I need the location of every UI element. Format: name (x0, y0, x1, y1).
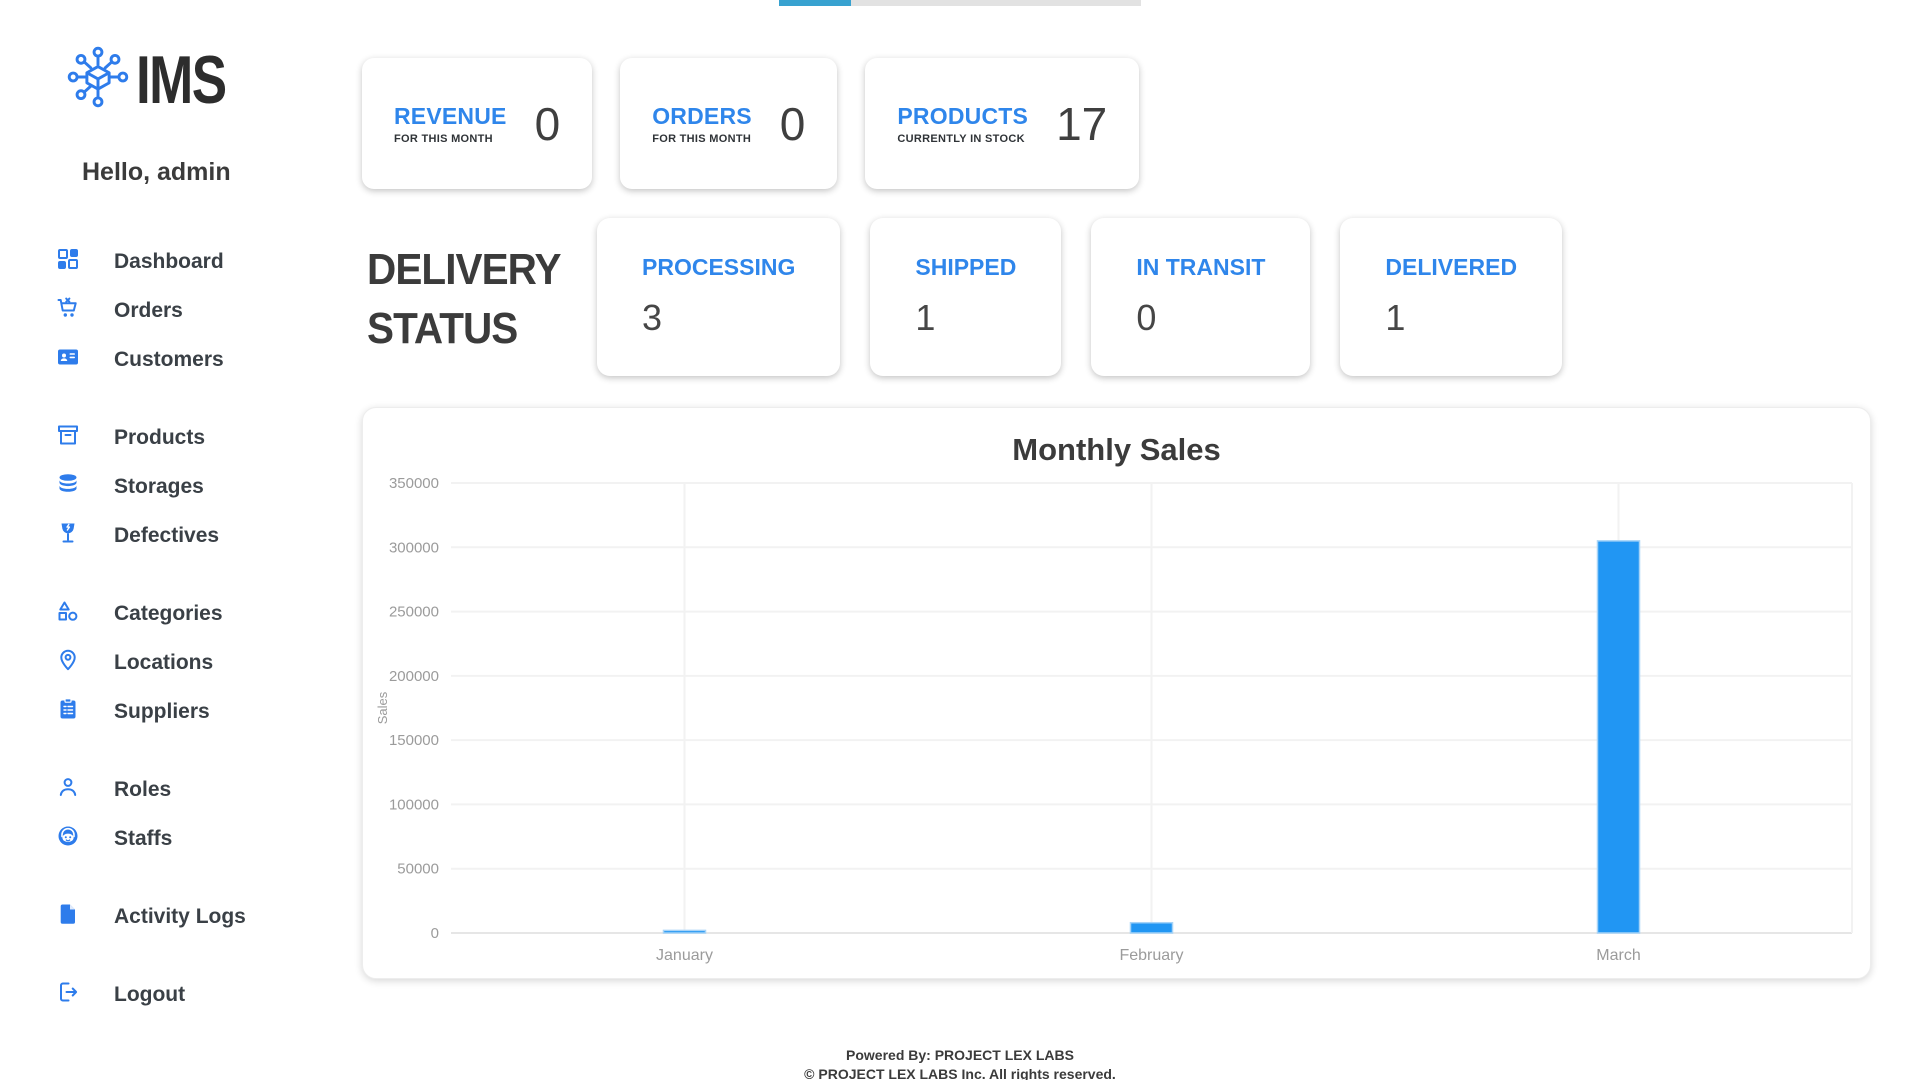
dashboard-icon (56, 247, 80, 276)
y-axis-tick: 200000 (389, 668, 439, 685)
broken-glass-icon (56, 521, 80, 550)
revenue-card-value: 0 (534, 97, 561, 150)
y-axis-tick: 350000 (389, 475, 439, 492)
revenue-card: REVENUE FOR THIS MONTH 0 (362, 58, 593, 189)
sidebar-item-label: Roles (114, 777, 172, 801)
orders-card-title: ORDERS (652, 102, 752, 129)
sidebar-item-dashboard[interactable]: Dashboard (0, 237, 322, 286)
sidebar-item-suppliers[interactable]: Suppliers (0, 687, 322, 736)
sidebar-item-products[interactable]: Products (0, 413, 322, 462)
sidebar-item-label: Customers (114, 347, 224, 371)
delivery-heading-line1: DELIVERY (367, 245, 562, 294)
processing-card-title: PROCESSING (642, 254, 796, 280)
footer-powered-by: Powered By: PROJECT LEX LABS (846, 1047, 1074, 1063)
sidebar-item-logout[interactable]: Logout (0, 970, 322, 1019)
orders-card-value: 0 (779, 97, 806, 150)
y-axis-tick: 300000 (389, 539, 439, 556)
database-icon (56, 472, 80, 501)
sidebar-item-label: Products (114, 425, 206, 449)
app-title: IMS (136, 41, 227, 118)
horizontal-scrollbar[interactable] (779, 0, 1141, 6)
in-transit-card-title: IN TRANSIT (1136, 254, 1266, 280)
products-card-value: 17 (1056, 97, 1108, 150)
ims-cube-logo-icon (64, 40, 132, 119)
sidebar-item-label: Suppliers (114, 699, 210, 723)
monthly-sales-chart[interactable]: 0 50000 100000 150000 200000 250000 300000 3500… (363, 461, 1872, 973)
y-axis-tick: 0 (431, 925, 439, 942)
sidebar-item-orders[interactable]: Orders (0, 286, 322, 335)
in-transit-card: IN TRANSIT 0 (1091, 218, 1311, 376)
delivery-heading-line2: STATUS (367, 304, 518, 354)
delivered-card-value: 1 (1385, 297, 1406, 338)
sidebar-item-label: Staffs (114, 826, 173, 850)
sidebar-nav: Dashboard Orders Customers Products Stor… (0, 237, 322, 1019)
sidebar-item-label: Dashboard (114, 249, 224, 273)
chart-bar-february[interactable] (1129, 921, 1174, 934)
y-axis-tick: 250000 (389, 604, 439, 621)
box-icon (56, 423, 80, 452)
revenue-card-title: REVENUE (394, 102, 507, 129)
products-card: PRODUCTS CURRENTLY IN STOCK 17 (865, 58, 1140, 189)
orders-card: ORDERS FOR THIS MONTH 0 (620, 58, 838, 189)
sidebar-item-storages[interactable]: Storages (0, 462, 322, 511)
orders-card-subtitle: FOR THIS MONTH (652, 132, 752, 145)
sidebar-item-label: Categories (114, 601, 223, 625)
greeting-text: Hello, admin (82, 158, 231, 186)
delivered-card: DELIVERED 1 (1340, 218, 1563, 376)
page-footer: Powered By: PROJECT LEX LABS © PROJECT L… (0, 1046, 1920, 1080)
sidebar-item-label: Locations (114, 650, 214, 674)
delivery-status-heading: DELIVERY STATUS (367, 240, 562, 376)
delivered-card-title: DELIVERED (1385, 254, 1518, 280)
id-card-icon (56, 345, 80, 374)
sidebar-item-roles[interactable]: Roles (0, 765, 322, 814)
person-icon (56, 775, 80, 804)
sidebar-item-staffs[interactable]: Staffs (0, 814, 322, 863)
footer-copyright: © PROJECT LEX LABS Inc. All rights reser… (804, 1065, 1116, 1080)
sidebar-item-locations[interactable]: Locations (0, 638, 322, 687)
cart-icon (56, 296, 80, 325)
chart-bar-january[interactable] (662, 929, 707, 934)
sidebar-item-label: Orders (114, 298, 183, 322)
y-axis-title: Sales (375, 691, 390, 724)
processing-card-value: 3 (642, 297, 663, 338)
sidebar: IMS Hello, admin Dashboard Orders Custom… (0, 0, 322, 1080)
in-transit-card-value: 0 (1136, 297, 1157, 338)
x-axis-label: March (1596, 947, 1640, 964)
products-card-subtitle: CURRENTLY IN STOCK (897, 132, 1025, 145)
sidebar-item-customers[interactable]: Customers (0, 335, 322, 384)
sidebar-item-label: Storages (114, 474, 204, 498)
sidebar-item-defectives[interactable]: Defectives (0, 511, 322, 560)
document-icon (56, 902, 80, 931)
x-axis-label: February (1119, 947, 1183, 964)
sidebar-item-label: Activity Logs (114, 904, 246, 928)
logout-icon (56, 980, 80, 1009)
y-axis-tick: 100000 (389, 796, 439, 813)
sidebar-item-activity-logs[interactable]: Activity Logs (0, 892, 322, 941)
y-axis-tick: 150000 (389, 732, 439, 749)
products-card-title: PRODUCTS (897, 102, 1029, 129)
shapes-icon (56, 599, 80, 628)
shipped-card: SHIPPED 1 (870, 218, 1062, 376)
x-axis-label: January (656, 947, 713, 964)
clipboard-icon (56, 697, 80, 726)
sidebar-item-label: Logout (114, 982, 186, 1006)
sidebar-item-categories[interactable]: Categories (0, 589, 322, 638)
stat-cards-row: REVENUE FOR THIS MONTH 0 ORDERS FOR THIS… (362, 58, 1140, 189)
y-axis-tick: 50000 (397, 861, 439, 878)
map-pin-icon (56, 648, 80, 677)
delivery-cards: PROCESSING 3 SHIPPED 1 IN TRANSIT 0 DELI… (597, 218, 1563, 376)
monthly-sales-chart-card: Monthly Sales 0 50000 100000 150000 200000 25… (362, 407, 1871, 979)
processing-card: PROCESSING 3 (597, 218, 841, 376)
app-logo[interactable]: IMS (64, 40, 251, 119)
shipped-card-value: 1 (915, 297, 936, 338)
chart-bar-march[interactable] (1596, 540, 1641, 934)
scrollbar-thumb[interactable] (779, 0, 851, 6)
sidebar-item-label: Defectives (114, 523, 220, 547)
revenue-card-subtitle: FOR THIS MONTH (394, 132, 493, 145)
delivery-status-section: DELIVERY STATUS PROCESSING 3 SHIPPED 1 I… (367, 218, 1563, 376)
shipped-card-title: SHIPPED (915, 254, 1017, 280)
headset-person-icon (56, 824, 80, 853)
